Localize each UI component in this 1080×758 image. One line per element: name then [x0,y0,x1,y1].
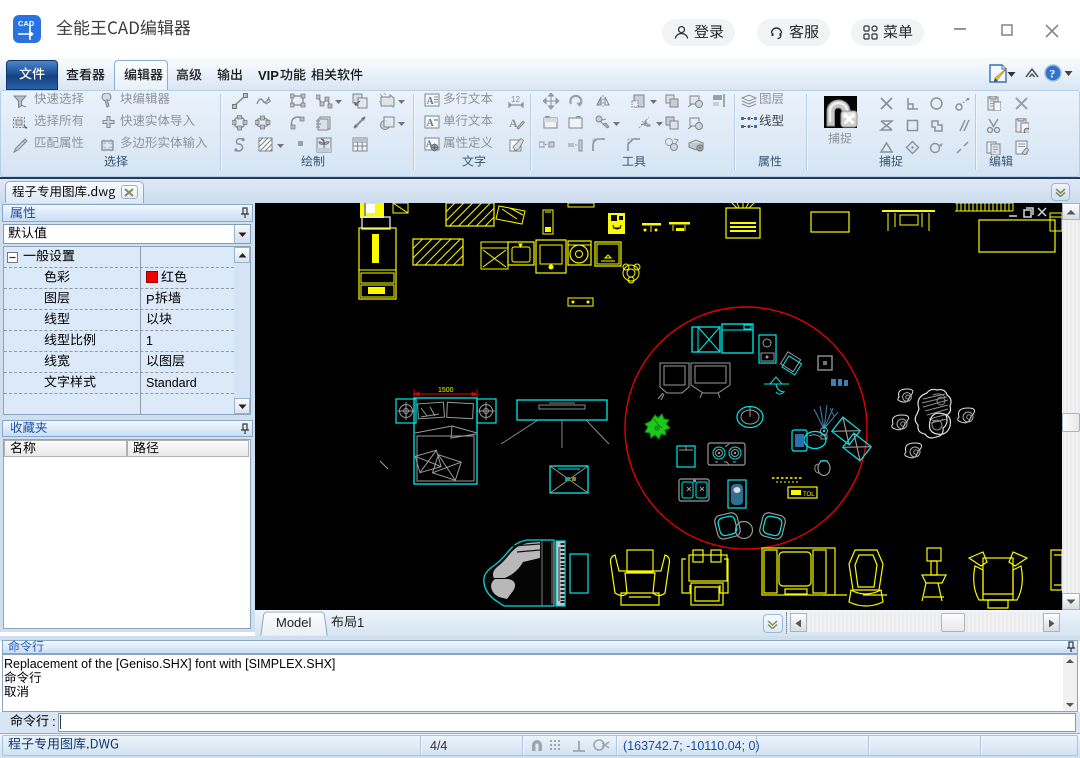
svg-text:A: A [427,118,435,129]
svg-text:12: 12 [511,95,520,104]
svg-text:1500: 1500 [438,387,454,394]
svg-text:?: ? [1049,67,1055,81]
svg-text:TOL: TOL [803,492,815,498]
svg-text:A: A [427,96,435,107]
svg-text:CAD: CAD [18,19,35,28]
